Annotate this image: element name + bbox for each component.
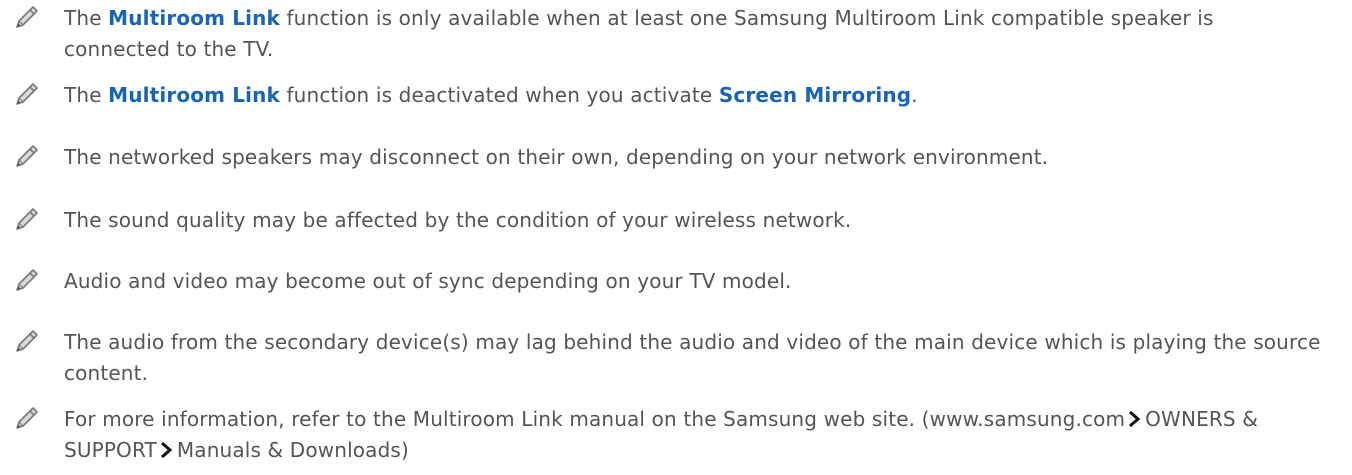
note-text-segment: . — [911, 83, 918, 107]
pencil-note-icon — [16, 407, 38, 429]
note-text: Audio and video may become out of sync d… — [64, 269, 792, 293]
note-text: The audio from the secondary device(s) m… — [64, 330, 1321, 385]
pencil-note-icon — [16, 145, 38, 167]
note-text-segment: Manuals & Downloads) — [176, 438, 409, 462]
note-text-segment: For more information, refer to the Multi… — [64, 407, 1126, 431]
pencil-note-icon — [16, 6, 38, 28]
pencil-note-icon — [16, 83, 38, 105]
chevron-right-icon — [160, 441, 173, 459]
note-text-segment: The — [64, 83, 109, 107]
note-text: For more information, refer to the Multi… — [64, 404, 1324, 466]
multiroom-link-term: Multiroom Link — [108, 6, 280, 30]
screen-mirroring-term: Screen Mirroring — [718, 83, 912, 107]
pencil-note-icon — [16, 208, 38, 230]
note-text: The sound quality may be affected by the… — [64, 208, 852, 232]
note-text: The Multiroom Link function is deactivat… — [64, 80, 1324, 111]
note-text: The networked speakers may disconnect on… — [64, 145, 1049, 169]
pencil-note-icon — [16, 330, 38, 352]
note-text-segment: The — [64, 6, 109, 30]
pencil-note-icon — [16, 269, 38, 291]
note-text: The Multiroom Link function is only avai… — [64, 3, 1324, 65]
multiroom-link-term: Multiroom Link — [108, 83, 280, 107]
note-text-segment: function is deactivated when you activat… — [279, 83, 719, 107]
chevron-right-icon — [1129, 410, 1141, 428]
